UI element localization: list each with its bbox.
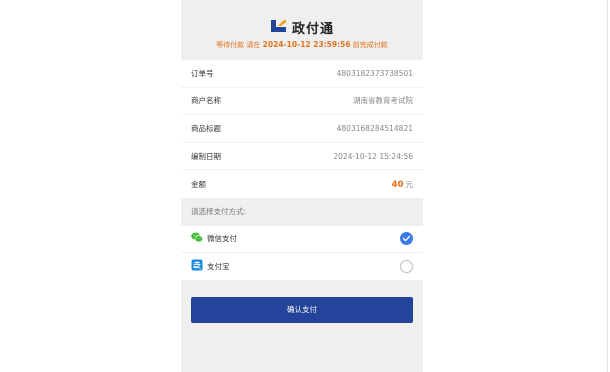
payment-method-title: 请选择支付方式:: [181, 197, 423, 226]
alipay-icon: [191, 259, 203, 273]
payment-methods: 微信支付 支付宝: [181, 225, 423, 280]
payment-countdown: 等待付款 请在 2024-10-12 23:59:56 前完成付款: [181, 40, 423, 50]
confirm-area: 确认支付: [181, 280, 423, 323]
order-row-number: 订单号 4803182373738501: [181, 60, 423, 88]
wechat-pay-label: 微信支付: [207, 234, 237, 244]
payment-option-alipay[interactable]: 支付宝: [181, 253, 423, 280]
status-label: 等待付款: [216, 41, 245, 49]
order-row-amount: 金额 40 元: [181, 170, 423, 198]
amount-unit: 元: [405, 179, 414, 189]
wechat-selected-check-icon[interactable]: [400, 232, 413, 246]
deadline-time: 2024-10-12 23:59:56: [262, 40, 351, 49]
amount-value: 40: [391, 179, 404, 190]
created-date-value: 2024-10-12 15:24:56: [333, 151, 413, 161]
merchant-value: 湖南省教育考试院: [353, 96, 413, 106]
brand-name: 政付通: [291, 22, 334, 37]
wechat-icon: [191, 232, 203, 245]
deadline-prefix: 请在: [246, 41, 261, 49]
product-title-label: 商品标题: [191, 123, 221, 133]
confirm-payment-button[interactable]: 确认支付: [191, 296, 413, 323]
order-row-merchant: 商户名称 湖南省教育考试院: [181, 88, 423, 116]
payment-header: 政付通 等待付款 请在 2024-10-12 23:59:56 前完成付款: [181, 0, 423, 60]
order-row-date: 编制日期 2024-10-12 15:24:56: [181, 143, 423, 171]
created-date-label: 编制日期: [191, 151, 221, 161]
brand-logo-icon: [270, 18, 287, 37]
brand: 政付通: [181, 0, 423, 40]
product-title-value: 4803168284514821: [336, 123, 413, 133]
merchant-label: 商户名称: [191, 96, 221, 106]
payment-option-wechat[interactable]: 微信支付: [181, 226, 423, 253]
amount-display: 40 元: [392, 179, 413, 190]
deadline-suffix: 前完成付款: [352, 41, 388, 49]
alipay-label: 支付宝: [207, 261, 230, 271]
order-number-label: 订单号: [191, 68, 214, 78]
order-number-value: 4803182373738501: [336, 68, 413, 78]
order-row-product: 商品标题 4803168284514821: [181, 115, 423, 143]
window-edge-divider: [607, 0, 608, 372]
alipay-radio-icon[interactable]: [400, 259, 413, 273]
payment-panel: 政付通 等待付款 请在 2024-10-12 23:59:56 前完成付款 订单…: [181, 0, 423, 372]
order-details: 订单号 4803182373738501 商户名称 湖南省教育考试院 商品标题 …: [181, 60, 423, 198]
amount-label: 金额: [191, 179, 206, 189]
